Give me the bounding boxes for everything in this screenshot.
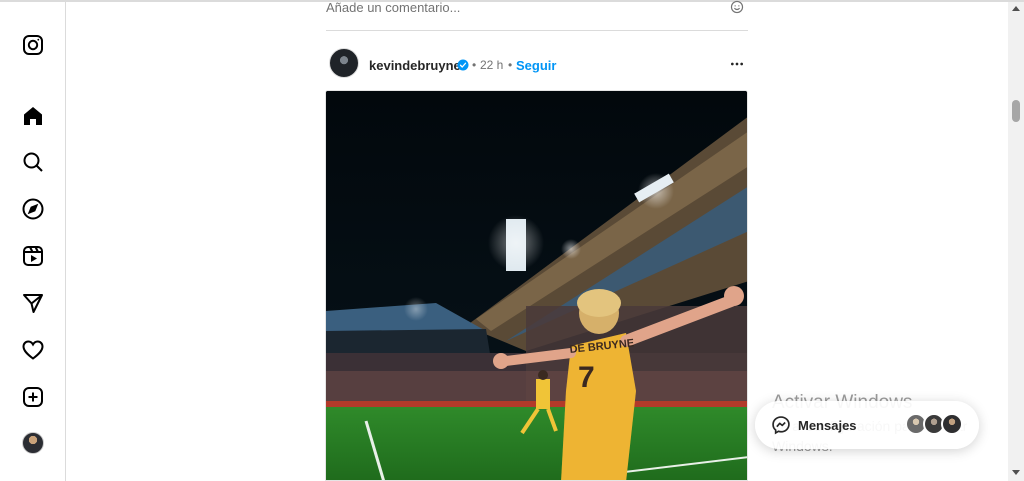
- scroll-down-arrow-icon[interactable]: [1012, 470, 1020, 475]
- messages-bar[interactable]: Mensajes: [755, 401, 979, 449]
- instagram-logo-icon[interactable]: [20, 32, 46, 58]
- scroll-up-arrow-icon[interactable]: [1012, 6, 1020, 11]
- left-sidebar: [0, 2, 66, 481]
- messages-send-icon[interactable]: [20, 290, 46, 316]
- messenger-icon: [772, 416, 790, 435]
- jersey-number: 7: [578, 361, 595, 394]
- home-icon[interactable]: [20, 103, 46, 129]
- notifications-heart-icon[interactable]: [20, 337, 46, 363]
- separator-dot: •: [472, 58, 477, 72]
- comment-row: Añade un comentario...: [326, 0, 748, 31]
- search-icon[interactable]: [20, 149, 46, 175]
- post-time[interactable]: 22 h: [480, 58, 503, 72]
- explore-icon[interactable]: [20, 196, 46, 222]
- emoji-icon[interactable]: [730, 0, 744, 14]
- reels-icon[interactable]: [20, 243, 46, 269]
- vertical-scrollbar[interactable]: [1008, 2, 1024, 481]
- instagram-feed-window: Añade un comentario... kevindebruyne • 2…: [0, 0, 1024, 481]
- post-image[interactable]: 7 DE BRUYNE: [325, 90, 748, 481]
- verified-badge-icon: [457, 59, 469, 71]
- create-plus-icon[interactable]: [20, 384, 46, 410]
- conversation-avatar: [941, 413, 963, 435]
- follow-button[interactable]: Seguir: [516, 58, 556, 73]
- profile-avatar[interactable]: [22, 432, 44, 454]
- post-header: kevindebruyne • 22 h • Seguir: [326, 46, 748, 82]
- separator-dot: •: [508, 58, 513, 72]
- stadium-photo: 7 DE BRUYNE: [326, 91, 747, 480]
- post-username[interactable]: kevindebruyne: [369, 58, 461, 73]
- scroll-thumb[interactable]: [1012, 100, 1020, 122]
- post-author-avatar[interactable]: [329, 48, 359, 78]
- messages-label: Mensajes: [798, 418, 857, 433]
- comment-input[interactable]: Añade un comentario...: [326, 0, 716, 15]
- more-options-icon[interactable]: [728, 56, 746, 72]
